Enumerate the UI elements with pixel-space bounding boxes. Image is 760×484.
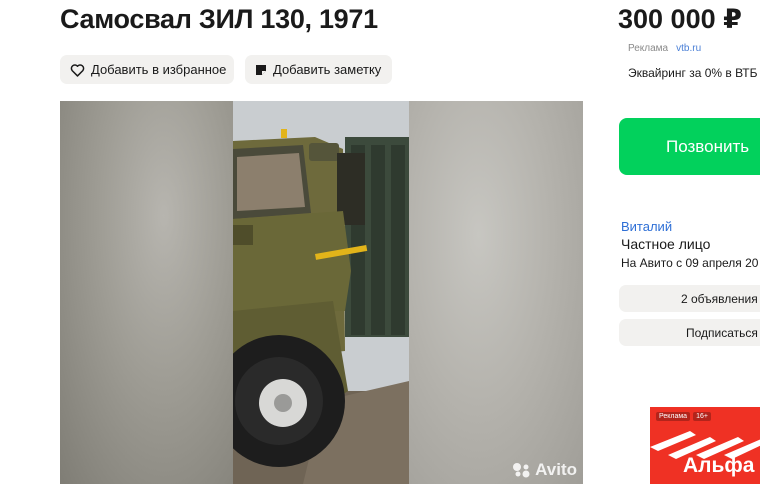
- listing-price: 300 000 ₽: [618, 4, 742, 34]
- seller-listings-label: 2 объявления: [681, 291, 758, 306]
- note-icon: [256, 64, 266, 75]
- seller-since: На Авито с 09 апреля 20: [621, 256, 759, 270]
- avito-watermark-text: Avito: [535, 460, 577, 479]
- subscribe-button[interactable]: Подписаться: [619, 319, 760, 346]
- add-to-favorites-label: Добавить в избранное: [91, 62, 227, 77]
- ad-label: Реклама vtb.ru: [628, 43, 701, 54]
- banner-tag: Реклама 16+: [656, 412, 711, 421]
- subscribe-label: Подписаться: [686, 325, 758, 340]
- truck-photo-image: [233, 101, 409, 484]
- banner-brand: Альфа: [683, 454, 755, 477]
- gallery-blur-right: [409, 101, 583, 484]
- call-button-label: Позвонить: [666, 136, 750, 156]
- avito-logo-icon: [513, 463, 530, 478]
- seller-name-link[interactable]: Виталий: [621, 219, 672, 234]
- photo-gallery[interactable]: Avito: [60, 101, 583, 484]
- banner-age-label: 16+: [693, 412, 711, 421]
- seller-listings-button[interactable]: 2 объявления: [619, 285, 760, 312]
- main-photo[interactable]: [233, 101, 409, 484]
- add-note-button[interactable]: Добавить заметку: [245, 55, 392, 84]
- ad-banner[interactable]: Реклама 16+ Альфа: [650, 407, 760, 484]
- gallery-blur-left: [60, 101, 233, 484]
- seller-type: Частное лицо: [621, 236, 711, 252]
- ad-label-text: Реклама: [628, 43, 669, 54]
- heart-icon: [70, 63, 85, 77]
- call-button[interactable]: Позвонить: [619, 118, 760, 175]
- add-to-favorites-button[interactable]: Добавить в избранное: [60, 55, 234, 84]
- banner-ad-label: Реклама: [656, 412, 691, 421]
- listing-title: Самосвал ЗИЛ 130, 1971: [60, 4, 378, 34]
- ad-text[interactable]: Эквайринг за 0% в ВТБ: [628, 66, 758, 80]
- avito-watermark: Avito: [512, 460, 577, 480]
- ad-domain[interactable]: vtb.ru: [676, 43, 701, 54]
- add-note-label: Добавить заметку: [273, 62, 382, 77]
